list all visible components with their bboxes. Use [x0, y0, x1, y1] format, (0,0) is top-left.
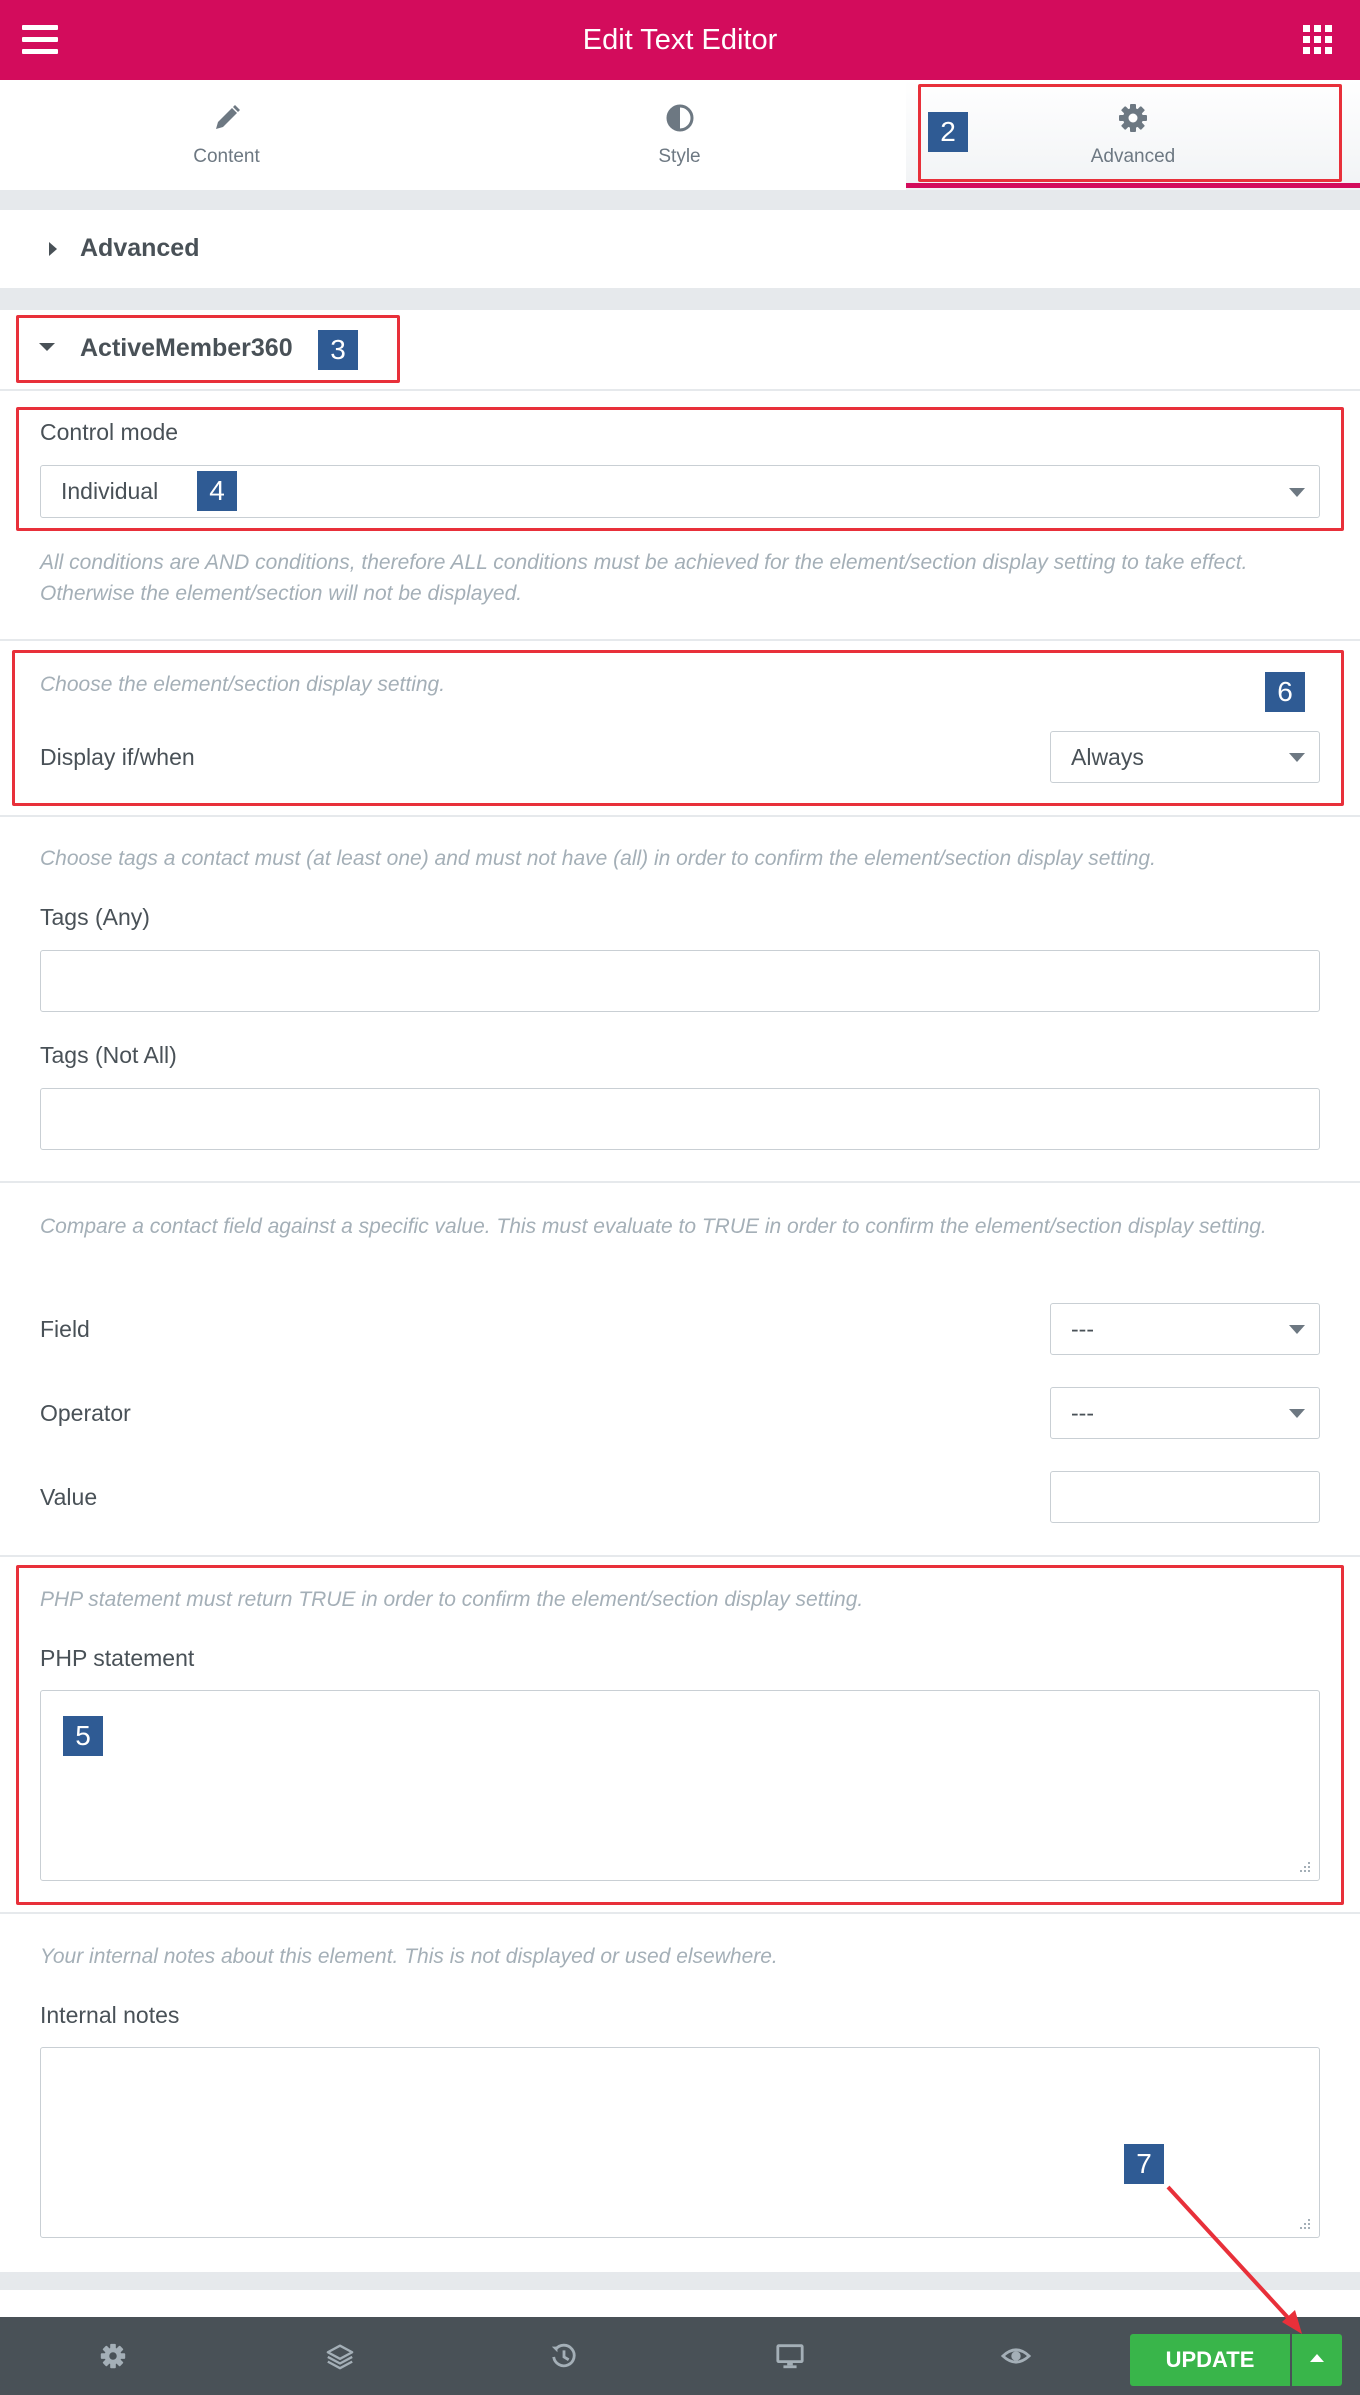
control-mode-description: All conditions are AND conditions, there…	[40, 551, 1248, 605]
operator-label: Operator	[40, 1400, 131, 1426]
annotation-badge-4: 4	[197, 471, 237, 511]
field-value: ---	[1071, 1315, 1094, 1342]
annotation-badge-3: 3	[318, 330, 358, 370]
history-icon[interactable]	[549, 2341, 579, 2371]
notes-label: Internal notes	[40, 2002, 180, 2028]
panel-header: Edit Text Editor	[0, 0, 1360, 80]
caret-up-icon	[1310, 2354, 1324, 2362]
grid-apps-icon[interactable]	[1303, 25, 1333, 55]
annotation-box-php	[16, 1565, 1344, 1905]
field-compare-description: Compare a contact field against a specif…	[40, 1215, 1267, 1238]
resize-grip-icon[interactable]	[1296, 2215, 1312, 2231]
tags-description: Choose tags a contact must (at least one…	[40, 847, 1156, 870]
annotation-box-display	[12, 650, 1344, 806]
panel-title: Edit Text Editor	[582, 24, 778, 56]
half-circle-contrast-icon	[666, 104, 693, 132]
internal-notes-textarea[interactable]	[40, 2047, 1320, 2238]
section-advanced-header[interactable]: Advanced	[0, 210, 1360, 288]
chevron-down-icon	[1289, 1409, 1305, 1418]
field-select[interactable]: ---	[1050, 1303, 1320, 1355]
annotation-box-control-mode	[16, 407, 1344, 531]
divider	[0, 815, 1360, 817]
annotation-badge-2: 2	[928, 112, 968, 152]
tab-content[interactable]: Content	[0, 80, 453, 190]
update-options-button[interactable]	[1292, 2334, 1342, 2386]
divider	[0, 1181, 1360, 1183]
divider	[0, 1912, 1360, 1914]
layers-icon[interactable]	[325, 2341, 355, 2371]
field-label: Field	[40, 1316, 90, 1342]
tags-any-input[interactable]	[40, 950, 1320, 1012]
divider	[0, 639, 1360, 641]
eye-icon[interactable]	[1001, 2341, 1031, 2371]
caret-right-icon	[49, 242, 57, 256]
value-label: Value	[40, 1484, 98, 1510]
tab-label: Style	[658, 146, 701, 167]
annotation-badge-7: 7	[1124, 2144, 1164, 2184]
tags-not-all-label: Tags (Not All)	[40, 1042, 177, 1068]
annotation-badge-6: 6	[1265, 672, 1305, 712]
gear-icon[interactable]	[98, 2341, 128, 2371]
tags-not-all-input[interactable]	[40, 1088, 1320, 1150]
divider	[0, 389, 1360, 391]
tags-any-label: Tags (Any)	[40, 904, 150, 930]
annotation-box-advanced-tab	[918, 84, 1342, 182]
chevron-down-icon	[1289, 1325, 1305, 1334]
divider	[0, 1555, 1360, 1557]
notes-description: Your internal notes about this element. …	[40, 1945, 778, 1968]
annotation-badge-5: 5	[63, 1716, 103, 1756]
section-title: Advanced	[80, 234, 200, 262]
desktop-icon[interactable]	[775, 2341, 805, 2371]
active-tab-indicator	[906, 183, 1360, 188]
update-button[interactable]: UPDATE	[1130, 2334, 1290, 2386]
pencil-icon	[215, 105, 240, 129]
tabs-divider	[0, 190, 1360, 210]
value-input[interactable]	[1050, 1471, 1320, 1523]
section-gap	[0, 288, 1360, 310]
tab-label: Content	[193, 146, 260, 167]
tab-style[interactable]: Style	[453, 80, 906, 190]
operator-select[interactable]: ---	[1050, 1387, 1320, 1439]
section-gap	[0, 2272, 1360, 2290]
operator-value: ---	[1071, 1399, 1094, 1426]
